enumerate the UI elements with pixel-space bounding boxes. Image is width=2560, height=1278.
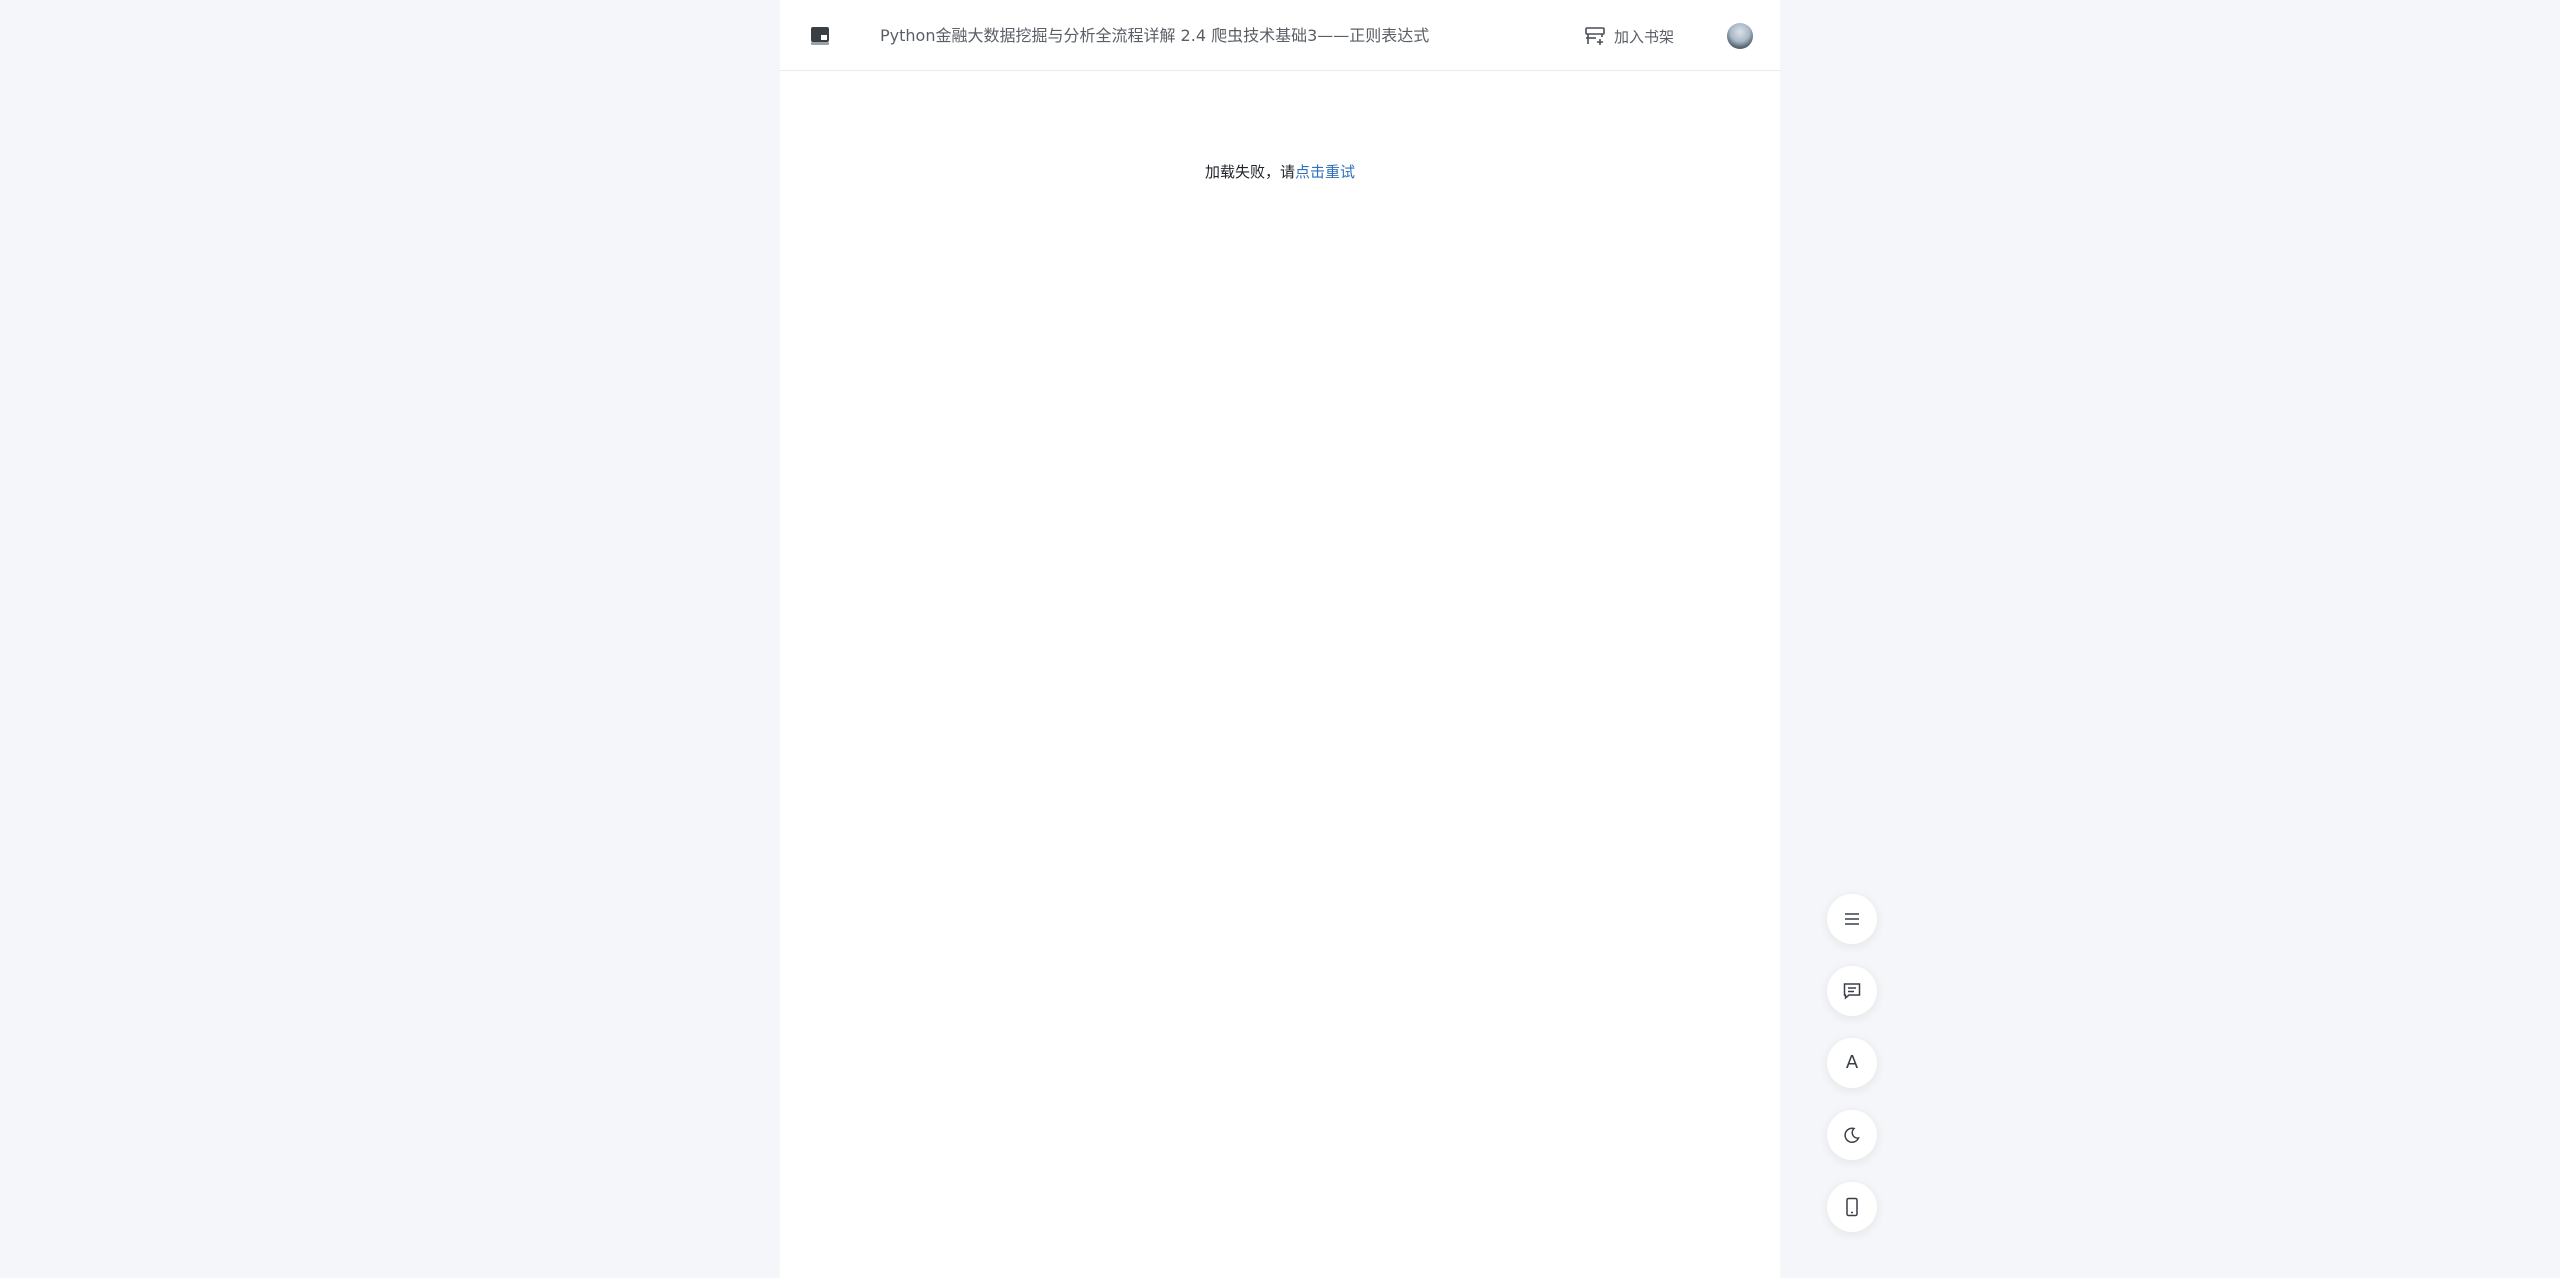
load-error-text: 加载失败，请	[1204, 163, 1295, 181]
reader-panel: Python金融大数据挖掘与分析全流程详解 2.4 爬虫技术基础3——正则表达式…	[780, 0, 1780, 1278]
font-size-icon: A	[1845, 1052, 1859, 1073]
add-to-bookshelf-button[interactable]: 加入书架	[1584, 22, 1674, 50]
load-error-message: 加载失败，请点击重试	[780, 160, 1780, 184]
user-avatar[interactable]	[1727, 23, 1753, 49]
add-to-bookshelf-label: 加入书架	[1614, 27, 1675, 46]
menu-icon	[1845, 913, 1859, 925]
phone-icon	[1846, 1197, 1858, 1217]
moon-icon	[1844, 1127, 1860, 1143]
night-mode-button[interactable]	[1827, 1110, 1877, 1160]
comments-button[interactable]	[1827, 966, 1877, 1016]
comment-icon	[1843, 983, 1861, 1000]
catalog-button[interactable]	[1827, 894, 1877, 944]
book-chapter-title: Python金融大数据挖掘与分析全流程详解 2.4 爬虫技术基础3——正则表达式	[880, 26, 1430, 45]
book-logo-icon[interactable]	[810, 26, 830, 46]
retry-link[interactable]: 点击重试	[1295, 163, 1355, 181]
mobile-read-button[interactable]	[1827, 1182, 1877, 1232]
bookshelf-add-icon	[1585, 27, 1605, 45]
top-bar: Python金融大数据挖掘与分析全流程详解 2.4 爬虫技术基础3——正则表达式…	[780, 0, 1780, 71]
font-settings-button[interactable]: A	[1827, 1038, 1877, 1088]
